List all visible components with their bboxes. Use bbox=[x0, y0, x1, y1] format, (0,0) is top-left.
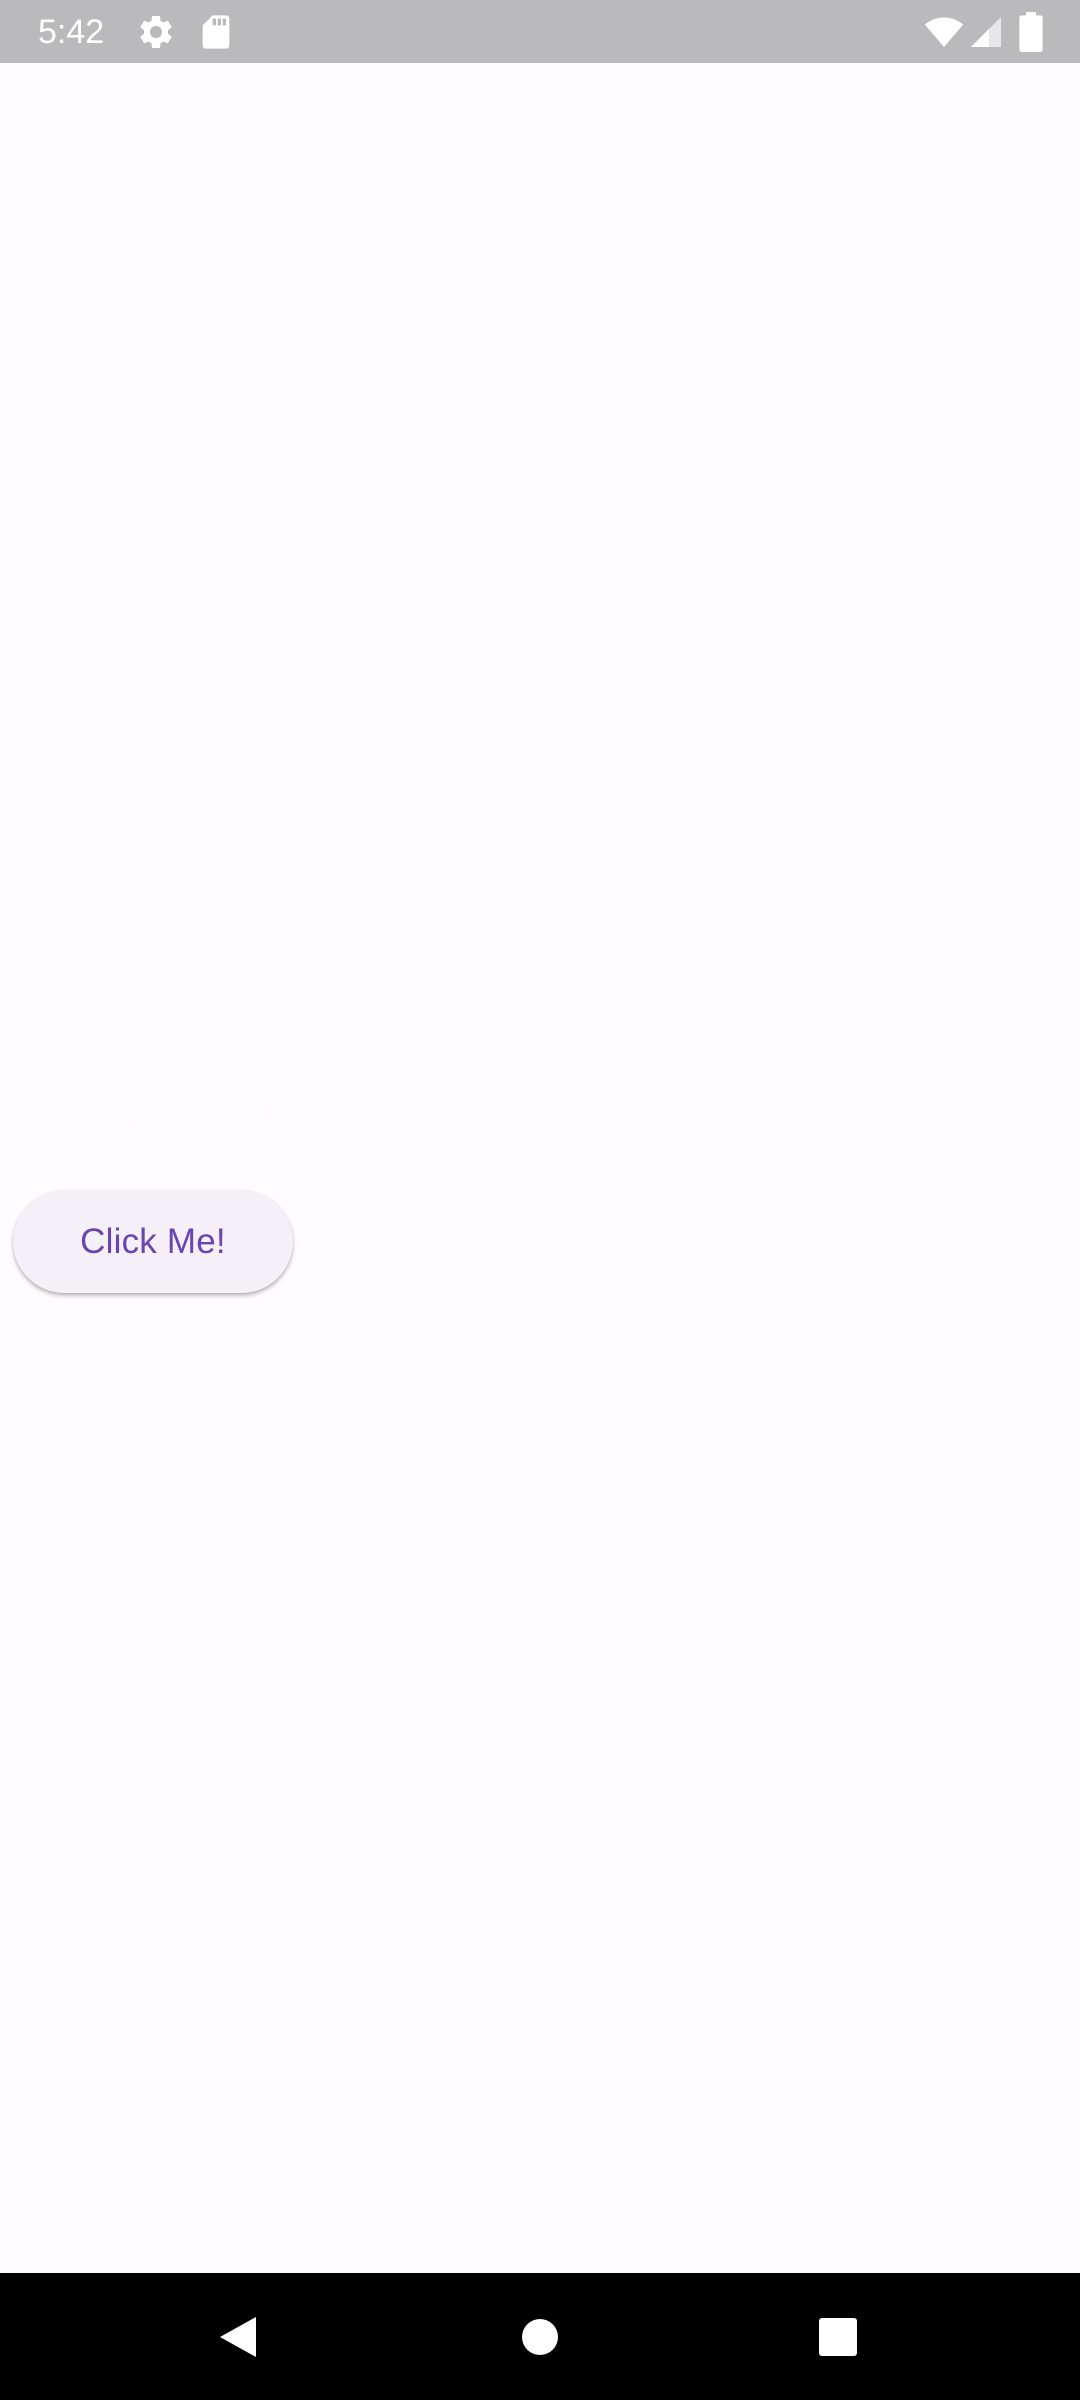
navigation-bar bbox=[0, 2273, 1080, 2400]
battery-icon bbox=[1019, 12, 1043, 52]
status-time: 5:42 bbox=[38, 13, 105, 51]
sdcard-icon bbox=[202, 15, 230, 49]
signal-icon bbox=[971, 17, 1001, 47]
main-content: Welcome Back! Click Me! bbox=[0, 63, 1080, 2273]
status-bar: 5:42 bbox=[0, 0, 1080, 63]
gear-icon bbox=[140, 15, 172, 48]
recents-icon[interactable] bbox=[806, 2305, 870, 2369]
home-icon[interactable] bbox=[508, 2305, 572, 2369]
back-icon[interactable] bbox=[206, 2305, 270, 2369]
click-me-label: Click Me! bbox=[80, 1221, 226, 1261]
click-me-button[interactable]: Click Me! bbox=[13, 1190, 293, 1293]
wifi-icon bbox=[924, 17, 964, 47]
faint-heading: Welcome Back! bbox=[0, 1099, 295, 1143]
